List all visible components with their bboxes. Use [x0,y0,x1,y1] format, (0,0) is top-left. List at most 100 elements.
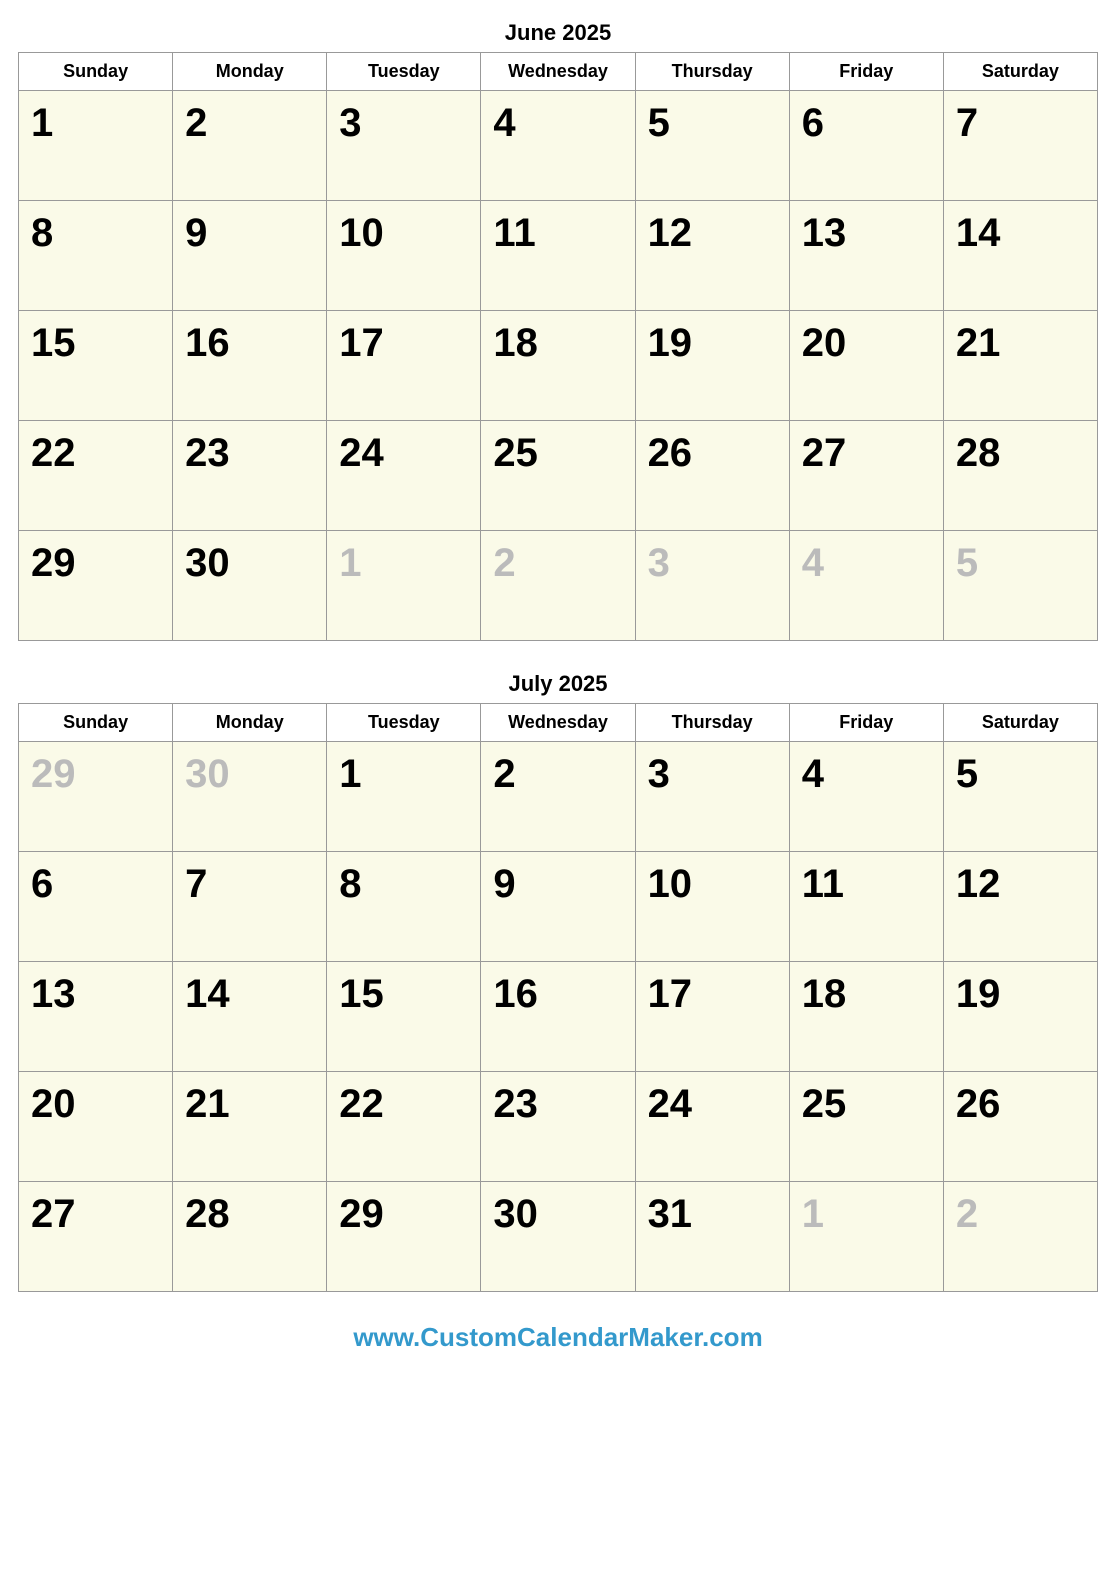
footer-link[interactable]: www.CustomCalendarMaker.com [18,1322,1098,1353]
day-cell: 20 [789,311,943,421]
table-row: 293012345 [19,531,1098,641]
day-cell: 24 [635,1072,789,1182]
day-cell: 3 [635,531,789,641]
day-cell: 17 [635,962,789,1072]
table-row: 13141516171819 [19,962,1098,1072]
day-cell: 29 [19,531,173,641]
day-cell: 5 [943,742,1097,852]
day-cell: 30 [173,531,327,641]
day-cell: 9 [481,852,635,962]
july-header-row: Sunday Monday Tuesday Wednesday Thursday… [19,704,1098,742]
day-cell: 3 [327,91,481,201]
day-cell: 10 [327,201,481,311]
july-header-sunday: Sunday [19,704,173,742]
july-title: July 2025 [18,671,1098,697]
day-cell: 2 [173,91,327,201]
day-cell: 14 [943,201,1097,311]
june-header-saturday: Saturday [943,53,1097,91]
day-cell: 7 [943,91,1097,201]
june-header-thursday: Thursday [635,53,789,91]
june-header-wednesday: Wednesday [481,53,635,91]
day-cell: 31 [635,1182,789,1292]
day-cell: 6 [789,91,943,201]
day-cell: 1 [327,742,481,852]
calendar-wrapper: June 2025 Sunday Monday Tuesday Wednesda… [18,20,1098,1353]
day-cell: 6 [19,852,173,962]
day-cell: 15 [19,311,173,421]
day-cell: 13 [789,201,943,311]
day-cell: 8 [327,852,481,962]
july-header-saturday: Saturday [943,704,1097,742]
day-cell: 25 [789,1072,943,1182]
july-calendar: Sunday Monday Tuesday Wednesday Thursday… [18,703,1098,1292]
day-cell: 12 [635,201,789,311]
day-cell: 30 [173,742,327,852]
day-cell: 12 [943,852,1097,962]
day-cell: 27 [789,421,943,531]
july-header-wednesday: Wednesday [481,704,635,742]
day-cell: 18 [789,962,943,1072]
day-cell: 9 [173,201,327,311]
june-header-monday: Monday [173,53,327,91]
day-cell: 11 [481,201,635,311]
june-header-tuesday: Tuesday [327,53,481,91]
table-row: 22232425262728 [19,421,1098,531]
day-cell: 21 [173,1072,327,1182]
day-cell: 4 [789,742,943,852]
day-cell: 18 [481,311,635,421]
june-calendar: Sunday Monday Tuesday Wednesday Thursday… [18,52,1098,641]
day-cell: 2 [481,742,635,852]
day-cell: 11 [789,852,943,962]
day-cell: 28 [943,421,1097,531]
day-cell: 15 [327,962,481,1072]
table-row: 272829303112 [19,1182,1098,1292]
june-body: 1234567891011121314151617181920212223242… [19,91,1098,641]
day-cell: 2 [943,1182,1097,1292]
day-cell: 17 [327,311,481,421]
day-cell: 7 [173,852,327,962]
day-cell: 16 [481,962,635,1072]
day-cell: 8 [19,201,173,311]
day-cell: 4 [789,531,943,641]
table-row: 293012345 [19,742,1098,852]
day-cell: 23 [173,421,327,531]
day-cell: 3 [635,742,789,852]
day-cell: 14 [173,962,327,1072]
day-cell: 29 [19,742,173,852]
july-body: 2930123456789101112131415161718192021222… [19,742,1098,1292]
table-row: 15161718192021 [19,311,1098,421]
day-cell: 22 [19,421,173,531]
day-cell: 4 [481,91,635,201]
table-row: 6789101112 [19,852,1098,962]
day-cell: 22 [327,1072,481,1182]
day-cell: 13 [19,962,173,1072]
day-cell: 30 [481,1182,635,1292]
day-cell: 1 [789,1182,943,1292]
june-header-friday: Friday [789,53,943,91]
table-row: 1234567 [19,91,1098,201]
day-cell: 26 [635,421,789,531]
day-cell: 5 [943,531,1097,641]
day-cell: 20 [19,1072,173,1182]
day-cell: 16 [173,311,327,421]
day-cell: 10 [635,852,789,962]
day-cell: 1 [19,91,173,201]
day-cell: 2 [481,531,635,641]
day-cell: 29 [327,1182,481,1292]
day-cell: 19 [635,311,789,421]
day-cell: 28 [173,1182,327,1292]
july-header-monday: Monday [173,704,327,742]
day-cell: 19 [943,962,1097,1072]
day-cell: 1 [327,531,481,641]
day-cell: 26 [943,1072,1097,1182]
july-header-thursday: Thursday [635,704,789,742]
day-cell: 23 [481,1072,635,1182]
day-cell: 5 [635,91,789,201]
june-header-row: Sunday Monday Tuesday Wednesday Thursday… [19,53,1098,91]
june-title: June 2025 [18,20,1098,46]
day-cell: 24 [327,421,481,531]
day-cell: 21 [943,311,1097,421]
day-cell: 27 [19,1182,173,1292]
table-row: 891011121314 [19,201,1098,311]
table-row: 20212223242526 [19,1072,1098,1182]
